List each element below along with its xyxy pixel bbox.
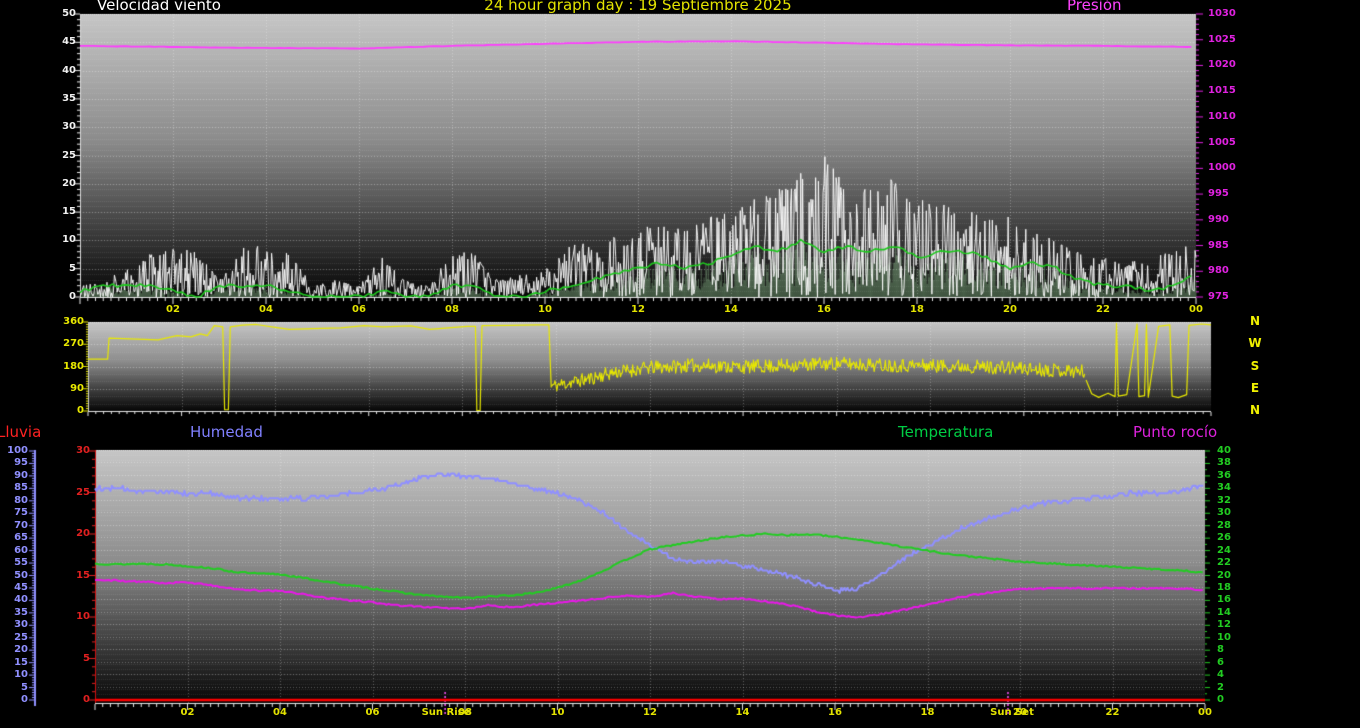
sun-set-label: Sun Set [982, 707, 1042, 719]
weather-24h-graph: Velocidad viento 24 hour graph day : 19 … [0, 0, 1360, 728]
pressure-axis-tick-label: 1025 [1208, 34, 1236, 46]
compass-letter: W [1246, 337, 1264, 349]
temperature-series-title: Temperatura [898, 425, 993, 440]
pressure-axis-tick-label: 975 [1208, 291, 1229, 303]
pressure-axis-tick-label: 1015 [1208, 85, 1236, 97]
compass-letter: N [1246, 315, 1264, 327]
pressure-axis-tick-label: 1010 [1208, 111, 1236, 123]
pressure-axis-tick-label: 1030 [1208, 8, 1236, 20]
wind-pressure-chart [64, 12, 1210, 306]
humidity-temperature-dewpoint-rain-chart [20, 446, 1220, 722]
pressure-axis-tick-label: 985 [1208, 240, 1229, 252]
sun-rise-label: Sun Rise [416, 707, 476, 719]
rain-series-title: Lluvia [0, 425, 41, 440]
dew-point-series-title: Punto rocío [1133, 425, 1217, 440]
pressure-axis-tick-label: 1005 [1208, 137, 1236, 149]
pressure-axis-tick-label: 1000 [1208, 162, 1236, 174]
compass-letter: S [1246, 360, 1264, 372]
pressure-axis-tick-label: 980 [1208, 265, 1229, 277]
pressure-axis-tick-label: 1020 [1208, 59, 1236, 71]
wind-direction-chart [72, 318, 1226, 418]
compass-letter: E [1246, 382, 1264, 394]
pressure-axis-tick-label: 990 [1208, 214, 1229, 226]
pressure-axis-tick-label: 995 [1208, 188, 1229, 200]
compass-letter: N [1246, 404, 1264, 416]
humidity-series-title: Humedad [190, 425, 263, 440]
